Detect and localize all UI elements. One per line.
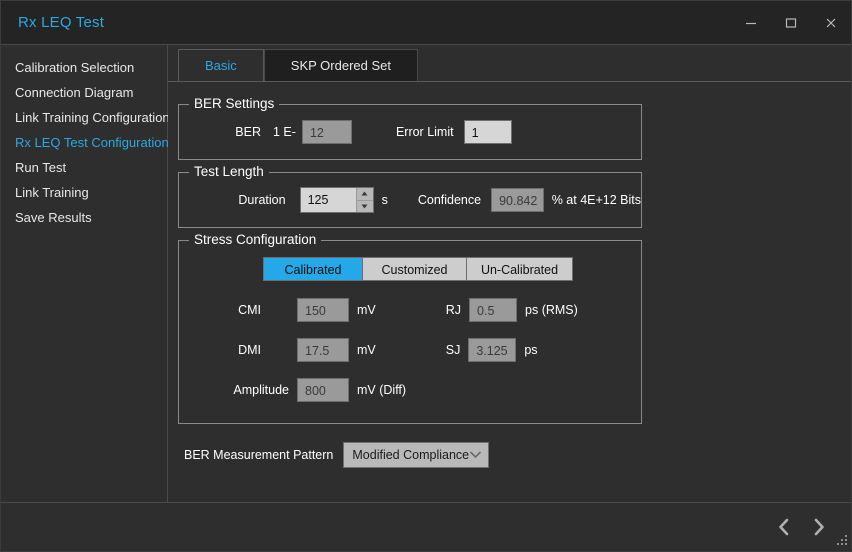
- ber-prefix-label: 1 E-: [273, 125, 296, 139]
- test-length-row: Duration 125: [179, 185, 641, 215]
- stress-mode-un-calibrated[interactable]: Un-Calibrated: [467, 257, 573, 281]
- window-title: Rx LEQ Test: [1, 14, 104, 31]
- resize-grip-icon[interactable]: [835, 535, 848, 548]
- dmi-label: DMI: [179, 343, 261, 357]
- tab-strip: Basic SKP Ordered Set: [168, 45, 851, 81]
- sidebar-item-rx-leq-test-configuration[interactable]: Rx LEQ Test Configuration: [1, 130, 167, 155]
- duration-label: Duration: [179, 193, 286, 207]
- tab-skp-ordered-set[interactable]: SKP Ordered Set: [264, 49, 418, 81]
- chevron-down-icon: [469, 448, 482, 462]
- stress-row-amplitude: Amplitude 800 mV (Diff): [179, 375, 641, 405]
- rj-unit: ps (RMS): [525, 303, 578, 317]
- confidence-label: Confidence: [418, 193, 481, 207]
- previous-button[interactable]: [769, 512, 799, 542]
- sidebar-navigation: Calibration Selection Connection Diagram…: [1, 45, 168, 502]
- cmi-label: CMI: [179, 303, 261, 317]
- stress-row-cmi-rj: CMI 150 mV RJ 0.5 ps (RMS): [179, 295, 641, 325]
- duration-input[interactable]: 125: [301, 188, 356, 212]
- cmi-unit: mV: [357, 303, 376, 317]
- sidebar-item-connection-diagram[interactable]: Connection Diagram: [1, 80, 167, 105]
- sidebar-item-save-results[interactable]: Save Results: [1, 205, 167, 230]
- dmi-unit: mV: [357, 343, 376, 357]
- error-limit-input[interactable]: 1: [464, 120, 512, 144]
- next-button[interactable]: [803, 512, 833, 542]
- body-split: Calibration Selection Connection Diagram…: [1, 45, 851, 503]
- sidebar-item-link-training-configuration[interactable]: Link Training Configuration: [1, 105, 167, 130]
- ber-exponent-input[interactable]: 12: [302, 120, 352, 144]
- test-length-group: Test Length Duration 125: [178, 172, 642, 228]
- amplitude-unit: mV (Diff): [357, 383, 406, 397]
- minimize-button[interactable]: [731, 1, 771, 44]
- duration-stepper[interactable]: 125: [300, 187, 374, 213]
- test-length-title: Test Length: [189, 164, 269, 179]
- stress-configuration-group: Stress Configuration Calibrated Customiz…: [178, 240, 642, 424]
- stress-mode-customized[interactable]: Customized: [363, 257, 467, 281]
- duration-unit: s: [382, 193, 388, 207]
- ber-measurement-pattern-value: Modified Compliance: [352, 448, 469, 462]
- amplitude-label: Amplitude: [179, 383, 289, 397]
- stress-mode-selector: Calibrated Customized Un-Calibrated: [263, 257, 641, 281]
- ber-measurement-pattern-select[interactable]: Modified Compliance: [343, 442, 489, 468]
- maximize-button[interactable]: [771, 1, 811, 44]
- stress-configuration-title: Stress Configuration: [189, 232, 321, 247]
- ber-measurement-pattern-row: BER Measurement Pattern Modified Complia…: [184, 442, 851, 468]
- sj-label: SJ: [446, 343, 461, 357]
- ber-label: BER: [179, 125, 261, 139]
- cmi-input[interactable]: 150: [297, 298, 349, 322]
- rj-input[interactable]: 0.5: [469, 298, 517, 322]
- confidence-unit: % at 4E+12 Bits: [552, 193, 641, 207]
- stress-mode-calibrated[interactable]: Calibrated: [263, 257, 363, 281]
- content-area: Basic SKP Ordered Set BER Settings BER 1…: [168, 45, 851, 502]
- sidebar-item-run-test[interactable]: Run Test: [1, 155, 167, 180]
- sidebar-item-link-training[interactable]: Link Training: [1, 180, 167, 205]
- stress-row-dmi-sj: DMI 17.5 mV SJ 3.125 ps: [179, 335, 641, 365]
- application-window: Rx LEQ Test Calibration Selection Connec…: [0, 0, 852, 552]
- ber-settings-row: BER 1 E- 12 Error Limit 1: [179, 117, 641, 147]
- tab-panel-basic: BER Settings BER 1 E- 12 Error Limit 1 T…: [168, 81, 851, 502]
- rj-label: RJ: [446, 303, 461, 317]
- title-bar: Rx LEQ Test: [1, 1, 851, 45]
- ber-settings-title: BER Settings: [189, 96, 279, 111]
- stepper-down-icon[interactable]: [357, 200, 373, 213]
- tab-basic[interactable]: Basic: [178, 49, 264, 81]
- ber-measurement-pattern-label: BER Measurement Pattern: [184, 448, 333, 462]
- error-limit-label: Error Limit: [396, 125, 454, 139]
- close-button[interactable]: [811, 1, 851, 44]
- sidebar-item-calibration-selection[interactable]: Calibration Selection: [1, 55, 167, 80]
- duration-stepper-buttons[interactable]: [356, 188, 373, 212]
- sj-input[interactable]: 3.125: [468, 338, 516, 362]
- amplitude-input[interactable]: 800: [297, 378, 349, 402]
- confidence-value: 90.842: [491, 188, 544, 212]
- ber-settings-group: BER Settings BER 1 E- 12 Error Limit 1: [178, 104, 642, 160]
- footer-bar: [1, 503, 851, 551]
- stepper-up-icon[interactable]: [357, 188, 373, 200]
- dmi-input[interactable]: 17.5: [297, 338, 349, 362]
- window-controls: [731, 1, 851, 44]
- sj-unit: ps: [524, 343, 537, 357]
